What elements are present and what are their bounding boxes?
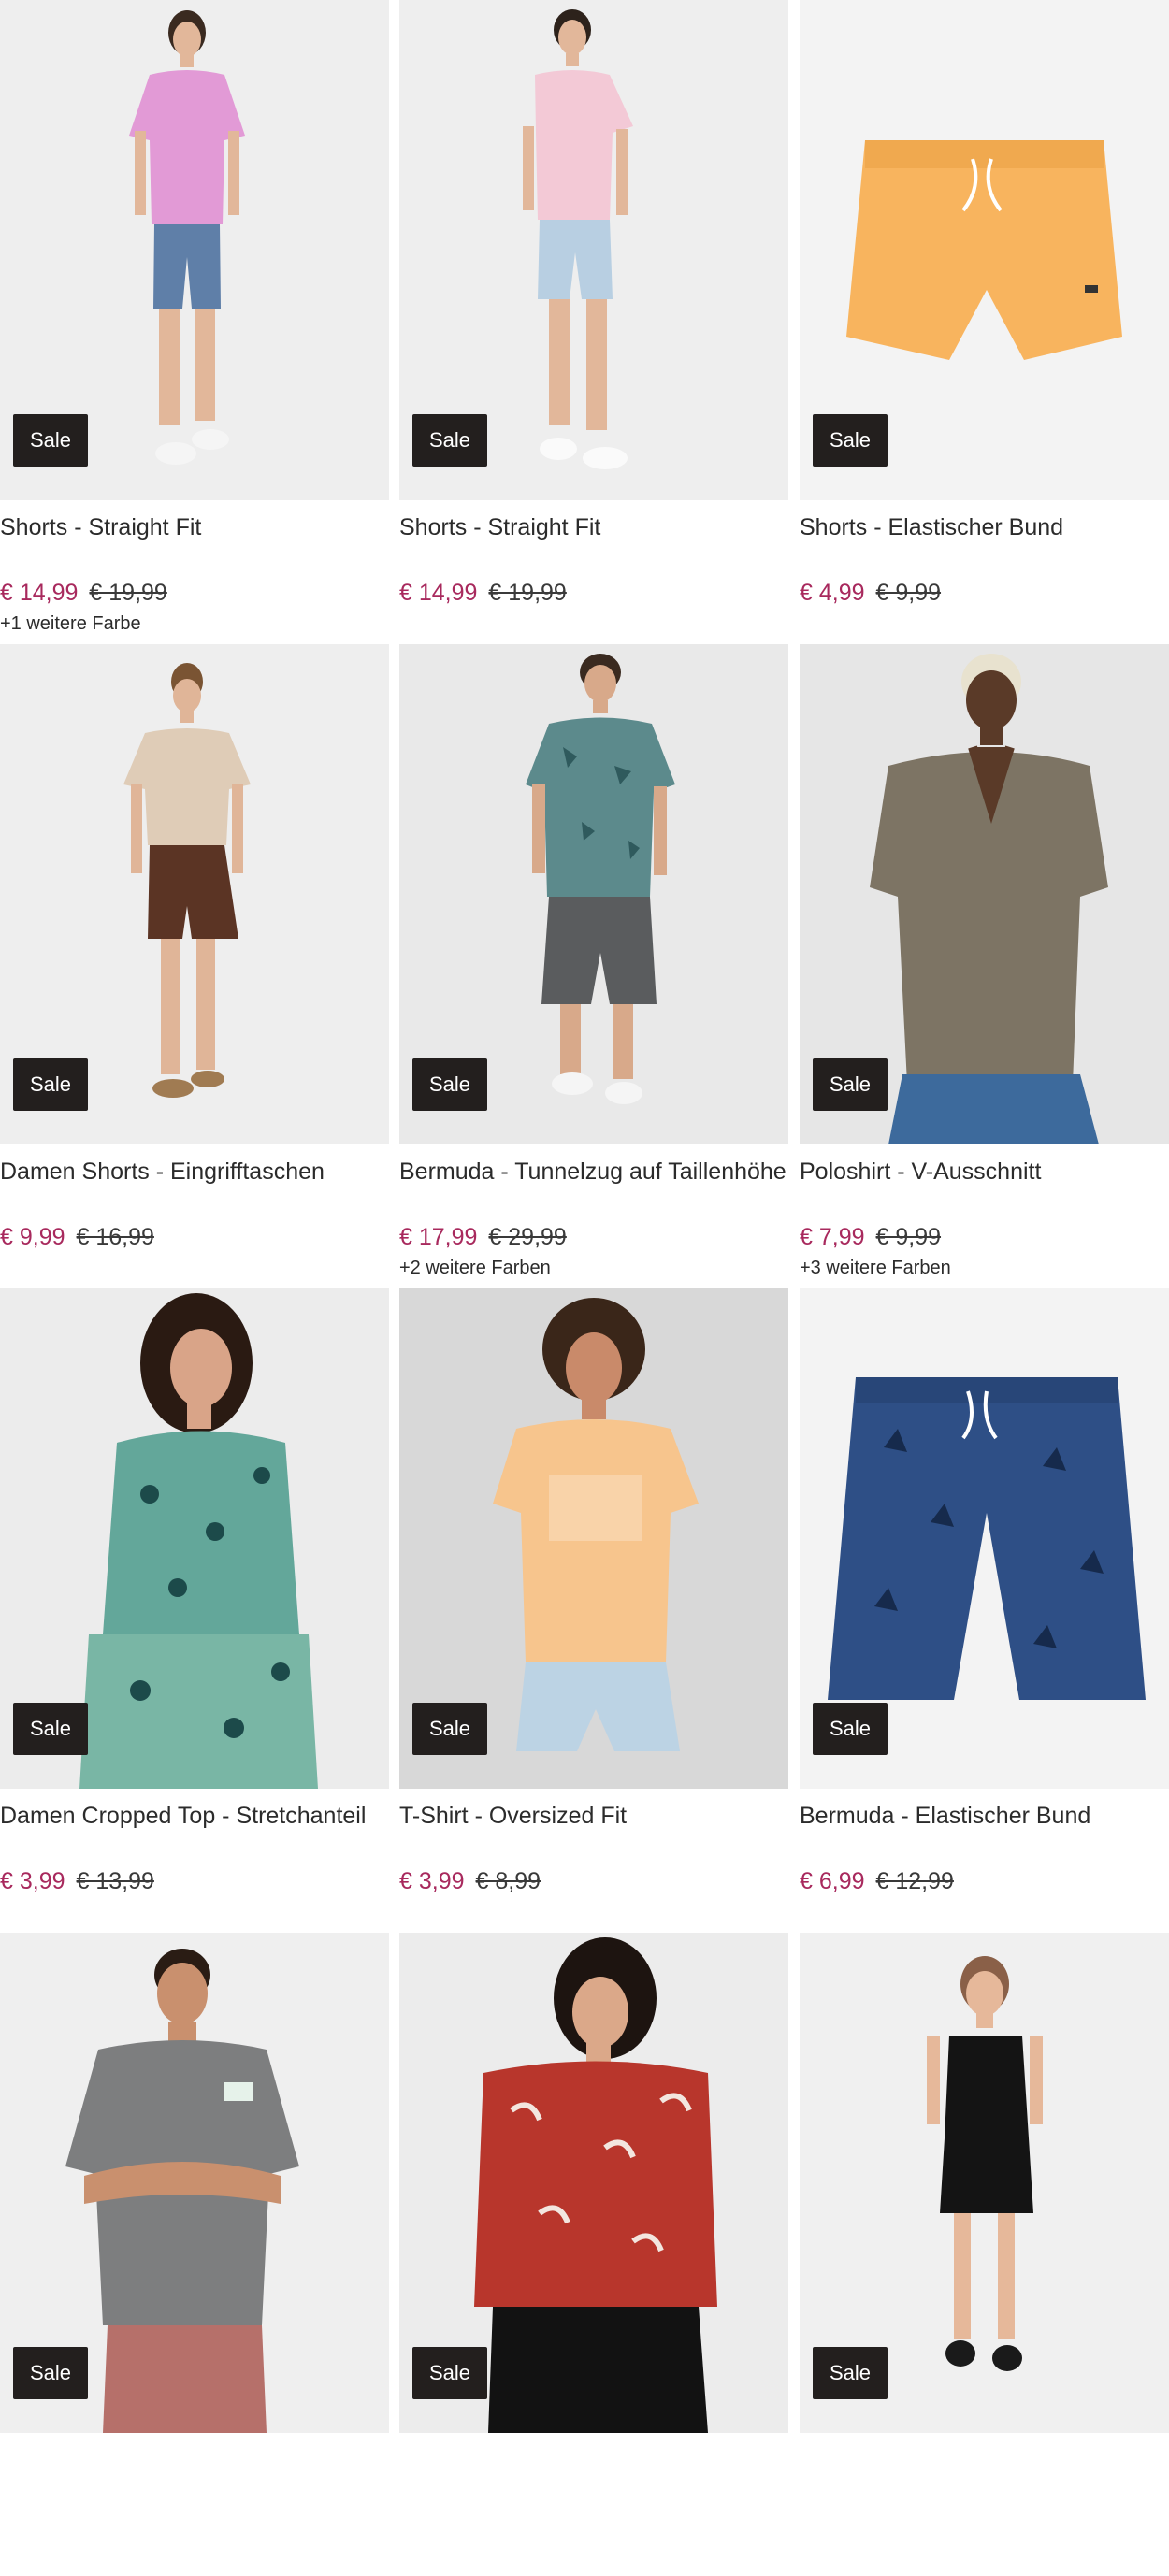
original-price: € 9,99 xyxy=(875,580,942,606)
original-price: € 8,99 xyxy=(475,1868,541,1894)
product-image[interactable]: Sale xyxy=(399,1288,788,1789)
sale-badge: Sale xyxy=(13,2347,88,2399)
product-card[interactable]: Sale Shorts - Elastischer Bund € 4,99 € 9… xyxy=(800,0,1169,643)
original-price: € 29,99 xyxy=(488,1224,567,1250)
price-row: € 14,99 € 19,99 xyxy=(0,577,389,609)
current-price: € 4,99 xyxy=(800,580,865,606)
product-image[interactable]: Sale xyxy=(0,0,389,500)
product-image[interactable]: Sale xyxy=(399,1933,788,2433)
current-price: € 3,99 xyxy=(0,1868,65,1894)
sale-badge: Sale xyxy=(813,2347,888,2399)
product-title[interactable]: Bermuda - Tunnelzug auf Taillenhöhe xyxy=(399,1156,788,1221)
current-price: € 14,99 xyxy=(0,580,79,606)
product-title[interactable]: Bermuda - Elastischer Bund xyxy=(800,1800,1169,1865)
product-title[interactable] xyxy=(0,2444,389,2510)
price-row: € 3,99 € 13,99 xyxy=(0,1865,389,1897)
price-row: € 6,99 € 12,99 xyxy=(800,1865,1169,1897)
sale-badge: Sale xyxy=(13,1703,88,1755)
current-price: € 7,99 xyxy=(800,1224,865,1250)
sale-badge: Sale xyxy=(412,1058,487,1111)
product-card[interactable]: Sale Damen Cropped Top - Stretchanteil €… xyxy=(0,1288,389,1932)
sale-badge: Sale xyxy=(813,1058,888,1111)
product-image[interactable]: Sale xyxy=(800,644,1169,1144)
product-title[interactable]: Shorts - Straight Fit xyxy=(0,511,389,577)
product-image[interactable]: Sale xyxy=(0,1288,389,1789)
sale-badge: Sale xyxy=(813,1703,888,1755)
product-card[interactable]: Sale T-Shirt - Oversized Fit € 3,99 € 8,9… xyxy=(399,1288,788,1932)
original-price: € 19,99 xyxy=(488,580,567,606)
price-row: € 14,99 € 19,99 xyxy=(399,577,788,609)
more-colors-link[interactable]: +1 weitere Farbe xyxy=(0,611,389,637)
product-card[interactable]: Sale Shorts - Straight Fit € 14,99 € 19,9… xyxy=(0,0,389,643)
price-row xyxy=(0,2510,389,2541)
original-price: € 12,99 xyxy=(875,1868,954,1894)
product-card[interactable]: Sale Shorts - Straight Fit € 14,99 € 19,9… xyxy=(399,0,788,643)
product-image[interactable]: Sale xyxy=(800,1933,1169,2433)
product-grid: Sale Shorts - Straight Fit € 14,99 € 19,9… xyxy=(0,0,1169,2433)
more-colors-link[interactable]: +3 weitere Farben xyxy=(800,1255,1169,1281)
product-image[interactable]: Sale xyxy=(800,0,1169,500)
sale-badge: Sale xyxy=(412,1703,487,1755)
sale-badge: Sale xyxy=(13,414,88,467)
product-title[interactable]: Damen Cropped Top - Stretchanteil xyxy=(0,1800,389,1865)
current-price: € 3,99 xyxy=(399,1868,465,1894)
sale-badge: Sale xyxy=(813,414,888,467)
current-price: € 17,99 xyxy=(399,1224,478,1250)
product-card[interactable]: Sale xyxy=(0,1933,389,2576)
sale-badge: Sale xyxy=(13,1058,88,1111)
more-colors-link[interactable]: +2 weitere Farben xyxy=(399,1255,788,1281)
product-card[interactable]: Sale Poloshirt - V-Ausschnitt € 7,99 € 9,… xyxy=(800,644,1169,1288)
sale-badge: Sale xyxy=(412,2347,487,2399)
price-row: € 9,99 € 16,99 xyxy=(0,1221,389,1253)
product-title[interactable]: T-Shirt - Oversized Fit xyxy=(399,1800,788,1865)
product-image[interactable]: Sale xyxy=(800,1288,1169,1789)
current-price: € 6,99 xyxy=(800,1868,865,1894)
product-image[interactable]: Sale xyxy=(399,644,788,1144)
product-image[interactable]: Sale xyxy=(0,644,389,1144)
price-row: € 3,99 € 8,99 xyxy=(399,1865,788,1897)
product-image[interactable]: Sale xyxy=(399,0,788,500)
product-card[interactable]: Sale Bermuda - Tunnelzug auf Taillenhöhe… xyxy=(399,644,788,1288)
product-card[interactable]: Sale xyxy=(399,1933,788,2576)
product-title[interactable]: Damen Shorts - Eingrifftaschen xyxy=(0,1156,389,1221)
price-row xyxy=(399,2510,788,2541)
current-price: € 14,99 xyxy=(399,580,478,606)
price-row xyxy=(800,2510,1169,2541)
product-card[interactable]: Sale Bermuda - Elastischer Bund € 6,99 € … xyxy=(800,1288,1169,1932)
product-title[interactable]: Shorts - Elastischer Bund xyxy=(800,511,1169,577)
product-card[interactable]: Sale Damen Shorts - Eingrifftaschen € 9,… xyxy=(0,644,389,1288)
product-title[interactable]: Poloshirt - V-Ausschnitt xyxy=(800,1156,1169,1221)
price-row: € 17,99 € 29,99 xyxy=(399,1221,788,1253)
price-row: € 7,99 € 9,99 xyxy=(800,1221,1169,1253)
product-card[interactable]: Sale xyxy=(800,1933,1169,2576)
product-image[interactable]: Sale xyxy=(0,1933,389,2433)
sale-badge: Sale xyxy=(412,414,487,467)
original-price: € 16,99 xyxy=(76,1224,154,1250)
price-row: € 4,99 € 9,99 xyxy=(800,577,1169,609)
product-title[interactable]: Shorts - Straight Fit xyxy=(399,511,788,577)
product-title[interactable] xyxy=(399,2444,788,2510)
product-title[interactable] xyxy=(800,2444,1169,2510)
original-price: € 13,99 xyxy=(76,1868,154,1894)
original-price: € 9,99 xyxy=(875,1224,942,1250)
original-price: € 19,99 xyxy=(89,580,167,606)
current-price: € 9,99 xyxy=(0,1224,65,1250)
